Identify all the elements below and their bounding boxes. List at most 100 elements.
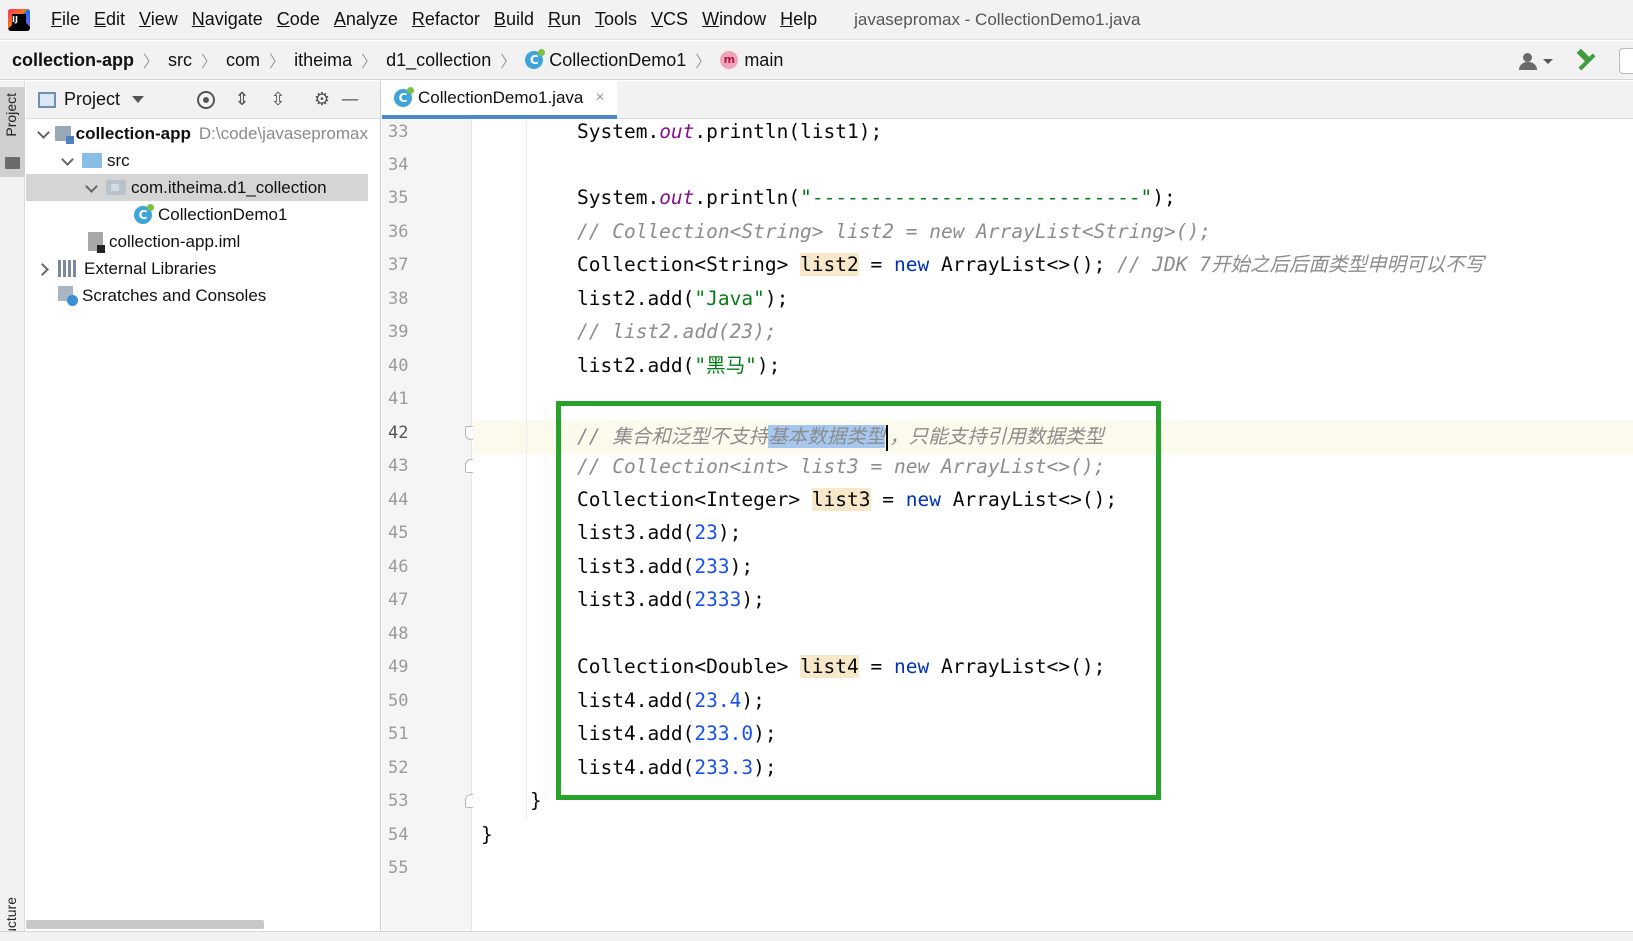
breadcrumb: collection-app 〉 src 〉 com 〉 itheima 〉 d… [0,41,1633,80]
chevron-down-icon[interactable] [36,126,49,142]
bottom-status-strip [0,931,1633,941]
tree-item-label: collection-app.iml [109,231,241,251]
line-number: 52 [388,758,409,778]
tree-item-class[interactable]: C CollectionDemo1 [26,201,368,228]
line-number: 53 [388,791,409,811]
menu-view[interactable]: View [132,9,185,30]
code-line-54: } [481,823,493,846]
menu-navigate[interactable]: Navigate [185,9,270,30]
code-line-44: Collection<Integer> list3 = new ArrayLis… [577,488,1118,511]
line-number: 55 [388,858,409,878]
menu-code[interactable]: Code [270,9,327,30]
menu-bar: File Edit View Navigate Code Analyze Ref… [0,0,1633,40]
collapse-all-icon[interactable]: ⇳ [268,90,288,110]
breadcrumb-method[interactable]: m main [720,50,783,71]
breadcrumb-method-label: main [744,49,784,70]
toolbar-right [1519,41,1633,80]
user-menu-icon[interactable] [1519,51,1555,71]
project-panel: Project ⇕ ⇳ ⚙ — collection-app D:\code\j… [26,81,381,941]
line-number: 35 [388,188,409,208]
line-number: 40 [388,356,409,376]
line-number: 50 [388,691,409,711]
chevron-down-icon [1543,58,1553,64]
build-hammer-icon[interactable] [1575,50,1597,72]
menu-help[interactable]: Help [773,9,824,30]
method-icon: m [720,51,739,69]
code-line-35: System.out.println("--------------------… [577,186,1176,209]
line-number: 49 [388,657,409,677]
horizontal-scrollbar[interactable] [26,920,264,929]
tree-item-label: Scratches and Consoles [82,285,267,305]
code-line-52: list4.add(233.3); [577,756,777,779]
code-line-46: list3.add(233); [577,555,754,578]
tree-item-iml[interactable]: collection-app.iml [26,228,368,255]
line-number: 43 [388,456,409,476]
expand-all-icon[interactable]: ⇕ [232,90,252,110]
line-number: 33 [388,122,409,142]
breadcrumb-separator-icon: 〉 [269,52,286,71]
project-tool-window-label: Project [3,93,19,137]
breadcrumb-class[interactable]: C CollectionDemo1 [525,49,687,71]
line-number: 41 [388,389,409,409]
breadcrumb-class-label: CollectionDemo1 [549,49,687,70]
tree-item-label: src [107,150,130,170]
code-line-47: list3.add(2333); [577,588,765,611]
editor-gutter: 33 34 35 36 37 38 39 40 41 42 43 44 45 4… [382,119,507,941]
left-tool-strip: Project ructure [0,81,25,941]
line-number-current: 42 [388,423,409,443]
code-line-45: list3.add(23); [577,521,742,544]
code-line-37: Collection<String> list2 = new ArrayList… [577,253,1484,276]
menu-window[interactable]: Window [695,9,773,30]
gear-icon[interactable]: ⚙ [312,90,332,110]
menu-refactor[interactable]: Refactor [405,9,487,30]
package-icon [106,180,126,195]
tree-item-package[interactable]: com.itheima.d1_collection [26,174,368,201]
menu-vcs[interactable]: VCS [644,9,695,30]
menu-edit[interactable]: Edit [87,9,132,30]
chevron-down-icon[interactable] [132,96,145,103]
libraries-icon [58,260,78,277]
breadcrumb-project[interactable]: collection-app [12,50,134,71]
run-config-selector[interactable] [1619,47,1633,74]
folder-icon [5,157,20,169]
tab-collectiondemo1[interactable]: C CollectionDemo1.java × [382,81,617,119]
tree-item-src[interactable]: src [26,147,368,174]
line-number: 54 [388,825,409,845]
line-number: 48 [388,624,409,644]
java-class-icon: C [134,203,154,224]
tree-item-scratches[interactable]: Scratches and Consoles [26,282,368,309]
menu-tools[interactable]: Tools [588,9,644,30]
chevron-down-icon[interactable] [60,153,76,169]
close-icon[interactable]: × [595,89,604,107]
tree-item-label: collection-app [75,123,191,143]
project-panel-title[interactable]: Project [64,89,120,110]
menu-build[interactable]: Build [487,9,541,30]
menu-analyze[interactable]: Analyze [327,9,405,30]
locate-file-icon[interactable] [196,90,216,110]
tree-item-project-root[interactable]: collection-app D:\code\javasepromax [26,120,368,147]
project-tool-window-button[interactable]: Project [0,87,25,177]
breadcrumb-com[interactable]: com [226,50,260,71]
text-selection: 基本数据类型 [768,425,886,448]
code-line-49: Collection<Double> list4 = new ArrayList… [577,655,1106,678]
breadcrumb-src[interactable]: src [168,50,192,71]
chevron-down-icon[interactable] [84,180,100,196]
line-number: 51 [388,724,409,744]
line-number: 44 [388,490,409,510]
hide-panel-icon[interactable]: — [340,90,360,110]
text-caret [886,424,889,451]
breadcrumb-itheima[interactable]: itheima [294,50,352,71]
menu-run[interactable]: Run [541,9,588,30]
code-editor[interactable]: System.out.println(list1); System.out.pr… [473,119,1633,931]
project-panel-header: Project ⇕ ⇳ ⚙ — [26,81,380,119]
scratches-icon [58,285,78,306]
breadcrumb-separator-icon: 〉 [695,52,712,71]
breadcrumb-separator-icon: 〉 [361,52,378,71]
chevron-right-icon[interactable] [36,261,52,277]
breadcrumb-separator-icon: 〉 [143,52,160,71]
tree-item-external-libraries[interactable]: External Libraries [26,255,368,282]
breadcrumb-package[interactable]: d1_collection [386,50,491,71]
code-line-42: // 集合和泛型不支持基本数据类型 ，只能支持引用数据类型 [577,420,1104,454]
menu-file[interactable]: File [44,9,87,30]
line-number: 46 [388,557,409,577]
